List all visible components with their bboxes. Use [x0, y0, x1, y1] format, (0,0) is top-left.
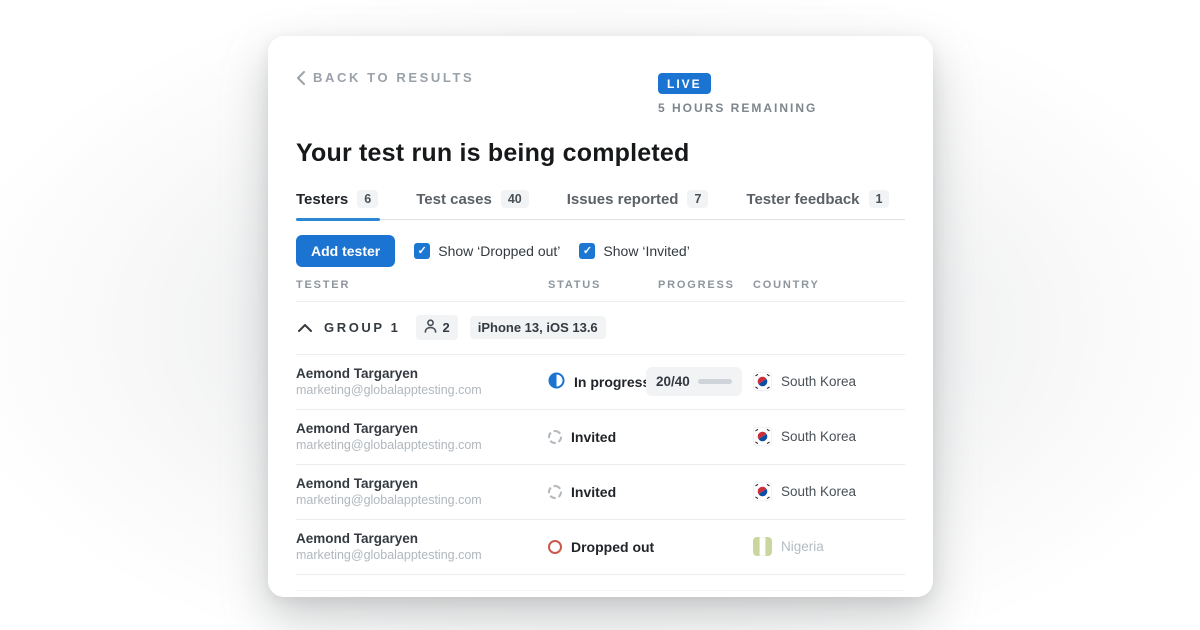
in-progress-icon: [548, 372, 565, 392]
checkbox-checked-icon[interactable]: ✓: [414, 243, 430, 259]
back-label: BACK TO RESULTS: [313, 70, 474, 85]
status-cell: Invited: [548, 484, 658, 500]
tester-cell: Aemond Targaryen marketing@globalapptest…: [296, 366, 548, 397]
tab-count-badge: 7: [687, 190, 708, 208]
tab-label: Issues reported: [567, 191, 679, 208]
dropped-out-icon: [548, 540, 562, 554]
country-label: South Korea: [781, 429, 856, 444]
tester-name: Aemond Targaryen: [296, 366, 548, 381]
nigeria-flag-icon: [753, 537, 772, 556]
tab-count-badge: 6: [357, 190, 378, 208]
tester-email: marketing@globalapptesting.com: [296, 548, 548, 562]
chevron-left-icon: [296, 71, 305, 85]
tab-test-cases[interactable]: Test cases 40: [416, 184, 531, 219]
status-label: In progress: [574, 374, 650, 390]
column-status: STATUS: [548, 279, 658, 291]
tab-testers[interactable]: Testers 6: [296, 184, 380, 219]
tab-count-badge: 1: [869, 190, 890, 208]
page-title: Your test run is being completed: [296, 139, 905, 168]
show-dropped-out-filter[interactable]: ✓ Show ‘Dropped out’: [414, 243, 560, 259]
tester-cell: Aemond Targaryen marketing@globalapptest…: [296, 531, 548, 562]
tab-bar: Testers 6 Test cases 40 Issues reported …: [296, 184, 905, 220]
group-tester-count-chip: 2: [416, 315, 457, 340]
status-label: Invited: [571, 429, 616, 445]
tester-name: Aemond Targaryen: [296, 476, 548, 491]
status-label: Dropped out: [571, 539, 654, 555]
tester-name: Aemond Targaryen: [296, 531, 548, 546]
tester-row[interactable]: Aemond Targaryen marketing@globalapptest…: [296, 410, 905, 465]
toolbar: Add tester ✓ Show ‘Dropped out’ ✓ Show ‘…: [296, 235, 905, 267]
filter-label: Show ‘Invited’: [603, 243, 689, 259]
status-cell: Dropped out: [548, 539, 658, 555]
country-cell: Nigeria: [753, 537, 905, 556]
tester-cell: Aemond Targaryen marketing@globalapptest…: [296, 476, 548, 507]
country-cell: South Korea: [753, 482, 905, 501]
tester-email: marketing@globalapptesting.com: [296, 383, 548, 397]
progress-value: 20/40: [656, 374, 690, 389]
invited-icon: [548, 485, 562, 499]
tester-email: marketing@globalapptesting.com: [296, 493, 548, 507]
invited-icon: [548, 430, 562, 444]
person-icon: [424, 319, 437, 336]
country-label: South Korea: [781, 484, 856, 499]
tab-tester-feedback[interactable]: Tester feedback 1: [746, 184, 891, 219]
time-remaining-label: 5 HOURS REMAINING: [658, 101, 817, 115]
filter-label: Show ‘Dropped out’: [438, 243, 560, 259]
country-label: Nigeria: [781, 539, 824, 554]
topbar: BACK TO RESULTS LIVE 5 HOURS REMAINING: [296, 70, 905, 115]
group-header-row[interactable]: GROUP 1 2 iPhone 13, iOS 13.6: [296, 302, 905, 355]
tester-cell: Aemond Targaryen marketing@globalapptest…: [296, 421, 548, 452]
status-cell: In progress: [548, 372, 658, 392]
progress-bar: [698, 379, 732, 384]
chevron-up-icon[interactable]: [298, 319, 312, 337]
country-cell: South Korea: [753, 372, 905, 391]
south-korea-flag-icon: [753, 427, 772, 446]
tab-label: Tester feedback: [746, 191, 859, 208]
column-tester: TESTER: [296, 279, 548, 291]
group-device-chip: iPhone 13, iOS 13.6: [470, 316, 606, 339]
tab-label: Testers: [296, 191, 348, 208]
tab-count-badge: 40: [501, 190, 529, 208]
back-to-results-link[interactable]: BACK TO RESULTS: [296, 70, 474, 85]
tester-row[interactable]: Aemond Targaryen marketing@globalapptest…: [296, 465, 905, 520]
tester-email: marketing@globalapptesting.com: [296, 438, 548, 452]
show-invited-filter[interactable]: ✓ Show ‘Invited’: [579, 243, 689, 259]
table-bottom-filler: [296, 575, 905, 591]
tester-row[interactable]: Aemond Targaryen marketing@globalapptest…: [296, 520, 905, 575]
south-korea-flag-icon: [753, 372, 772, 391]
tester-row[interactable]: Aemond Targaryen marketing@globalapptest…: [296, 355, 905, 410]
group-count: 2: [442, 320, 449, 335]
column-progress: PROGRESS: [658, 279, 753, 291]
test-run-card: BACK TO RESULTS LIVE 5 HOURS REMAINING Y…: [268, 36, 933, 597]
group-label: GROUP 1: [324, 320, 400, 335]
progress-chip: 20/40: [646, 367, 742, 396]
live-badge: LIVE: [658, 73, 711, 94]
south-korea-flag-icon: [753, 482, 772, 501]
column-country: COUNTRY: [753, 279, 905, 291]
status-label: Invited: [571, 484, 616, 500]
table-header: TESTER STATUS PROGRESS COUNTRY: [296, 279, 905, 302]
tester-name: Aemond Targaryen: [296, 421, 548, 436]
status-cell: Invited: [548, 429, 658, 445]
tab-issues-reported[interactable]: Issues reported 7: [567, 184, 711, 219]
tab-label: Test cases: [416, 191, 492, 208]
checkbox-checked-icon[interactable]: ✓: [579, 243, 595, 259]
country-label: South Korea: [781, 374, 856, 389]
live-status-block: LIVE 5 HOURS REMAINING: [658, 73, 905, 115]
country-cell: South Korea: [753, 427, 905, 446]
add-tester-button[interactable]: Add tester: [296, 235, 395, 267]
